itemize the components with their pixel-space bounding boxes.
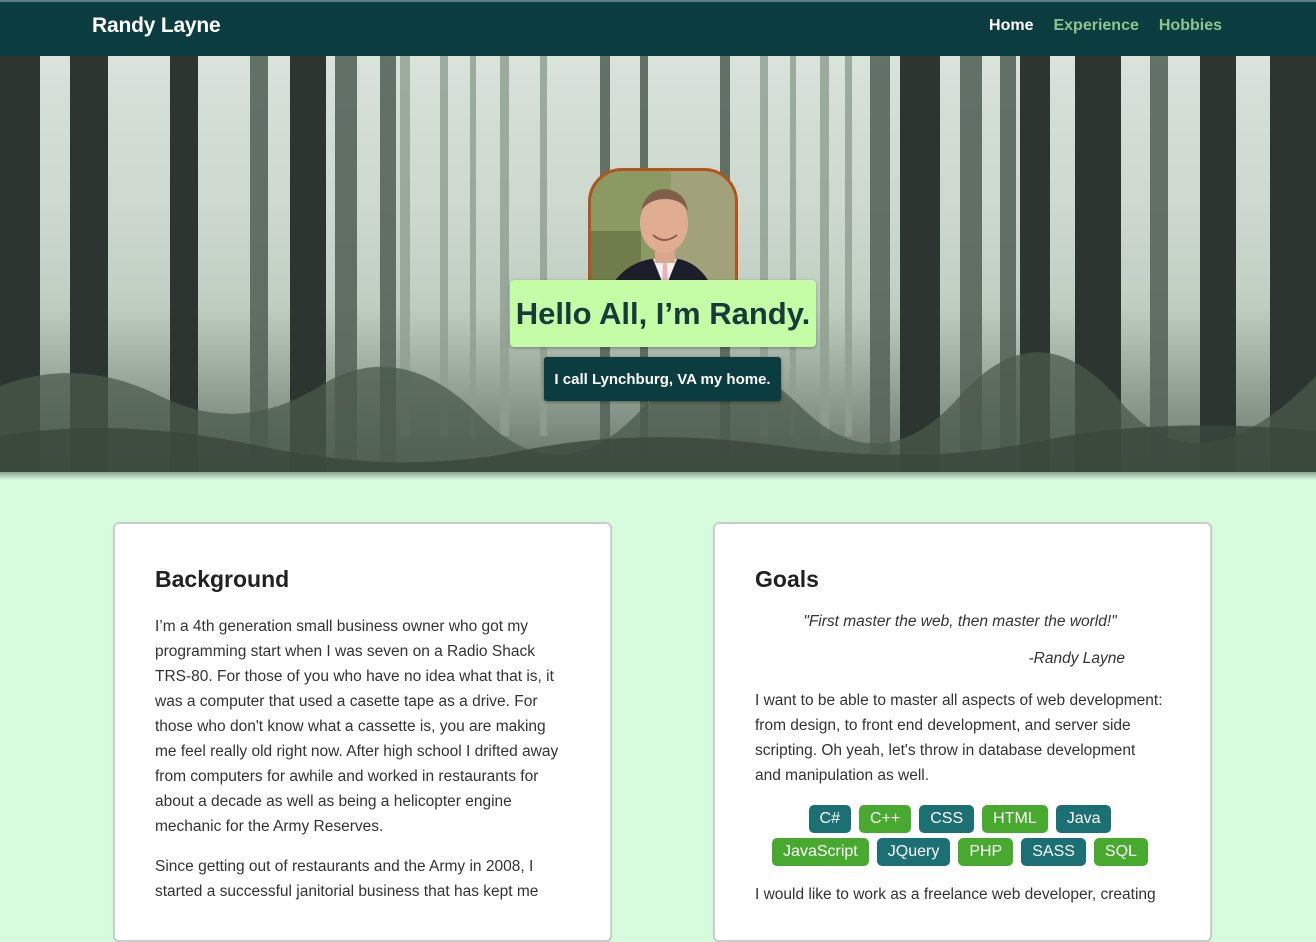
goals-paragraph-2: I would like to work as a freelance web … [755,886,1156,903]
skill-tag-html: HTML [982,805,1048,833]
skill-tag-sql: SQL [1093,838,1148,866]
background-body: I’m a 4th generation small business owne… [155,614,565,919]
skill-tag-java: Java [1055,805,1112,833]
skill-tag-csharp: C# [808,805,851,833]
skill-tag-css: CSS [919,805,975,833]
skill-tag-javascript: JavaScript [772,838,869,866]
nav-links: Home Experience Hobbies [989,17,1222,35]
goals-title: Goals [755,566,819,592]
goals-quote: "First master the web, then master the w… [803,613,1117,630]
skill-tag-php: PHP [958,838,1014,866]
background-card: Background I’m a 4th generation small bu… [113,522,612,942]
background-title: Background [155,566,290,592]
goals-body: "First master the web, then master the w… [755,610,1165,922]
goals-paragraph-1: I want to be able to master all aspects … [755,692,1163,784]
hero-location: I call Lynchburg, VA my home. [544,357,781,401]
hero-shadow [0,472,1316,480]
skill-tags: C# C++ CSS HTML Java JavaScript JQuery P… [755,805,1165,866]
skill-tag-sass: SASS [1021,838,1086,866]
hero-forest-banner: Hello All, I’m Randy. I call Lynchburg, … [0,56,1316,472]
background-paragraph-2: Since getting out of restaurants and the… [155,858,539,900]
skill-tag-cpp: C++ [858,805,912,833]
hero-greeting: Hello All, I’m Randy. [510,280,816,347]
skill-tag-jquery: JQuery [876,838,951,866]
goals-quote-author: -Randy Layne [1028,650,1125,667]
top-navbar: Randy Layne Home Experience Hobbies [0,0,1316,56]
nav-link-home[interactable]: Home [989,17,1033,35]
goals-card: Goals "First master the web, then master… [713,522,1212,942]
nav-link-experience[interactable]: Experience [1053,17,1138,35]
nav-link-hobbies[interactable]: Hobbies [1159,17,1222,35]
background-paragraph-1: I’m a 4th generation small business owne… [155,618,559,835]
brand-link[interactable]: Randy Layne [92,14,221,38]
